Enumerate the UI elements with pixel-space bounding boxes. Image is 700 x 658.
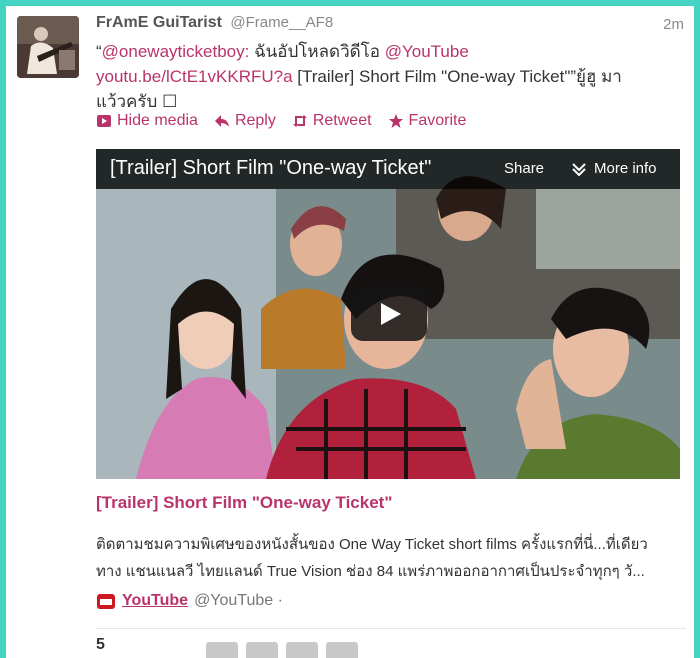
tweet-text-part: [Trailer] Short Film "One-way Ticket"”ยู… bbox=[292, 67, 622, 86]
video-player[interactable]: [Trailer] Short Film "One-way Ticket" Sh… bbox=[96, 149, 680, 479]
timestamp[interactable]: 2m bbox=[663, 16, 684, 33]
card-description: ติดตามชมความพิเศษของหนังสั้นของ One Way … bbox=[96, 536, 648, 580]
tweet-text-part: ฉันอัปโหลดวิดีโอ bbox=[249, 42, 385, 61]
author-name[interactable]: FrAmE GuiTarist bbox=[96, 14, 222, 31]
video-url-link[interactable]: youtu.be/lCtE1vKKRFU?a bbox=[96, 67, 293, 86]
favorite-label: Favorite bbox=[408, 112, 467, 129]
star-icon bbox=[388, 114, 403, 128]
tweet-actions: Hide media Reply Retweet Favorite bbox=[96, 112, 466, 130]
tweet-card: FrAmE GuiTarist @Frame__AF8 2m “@onewayt… bbox=[6, 6, 694, 658]
video-share-button[interactable]: Share bbox=[504, 160, 544, 177]
retweet-label: Retweet bbox=[312, 112, 372, 129]
video-title-bar: [Trailer] Short Film "One-way Ticket" Sh… bbox=[96, 149, 680, 189]
tweet-text: “@onewayticketboy: ฉันอัปโหลดวิดีโอ @You… bbox=[96, 39, 686, 114]
avatar[interactable] bbox=[17, 16, 79, 78]
play-icon bbox=[381, 303, 401, 325]
youtube-mention-link[interactable]: @YouTube bbox=[385, 42, 469, 61]
play-button[interactable] bbox=[351, 287, 427, 341]
retweet-icon bbox=[292, 115, 307, 127]
reply-label: Reply bbox=[234, 112, 276, 129]
favoriter-avatars bbox=[206, 642, 358, 658]
hide-media-label: Hide media bbox=[117, 112, 198, 129]
favorite-button[interactable]: Favorite bbox=[388, 112, 467, 130]
avatar[interactable] bbox=[326, 642, 358, 658]
avatar[interactable] bbox=[286, 642, 318, 658]
chevron-down-icon bbox=[572, 162, 586, 176]
youtube-icon bbox=[97, 594, 115, 609]
card-title[interactable]: [Trailer] Short Film "One-way Ticket" bbox=[96, 493, 392, 513]
retweet-count[interactable]: 5 bbox=[96, 636, 105, 654]
mention-link[interactable]: @onewayticketboy: bbox=[102, 42, 250, 61]
reply-icon bbox=[214, 115, 229, 127]
reply-button[interactable]: Reply bbox=[214, 112, 276, 130]
tweet-text-part: แว้วครับ ☐ bbox=[96, 92, 178, 111]
retweet-button[interactable]: Retweet bbox=[292, 112, 372, 130]
source-name-link[interactable]: YouTube bbox=[122, 592, 188, 610]
more-info-label: More info bbox=[594, 160, 657, 177]
card-source: YouTube @YouTube · bbox=[96, 591, 283, 611]
avatar[interactable] bbox=[246, 642, 278, 658]
tweet-header: FrAmE GuiTarist @Frame__AF8 bbox=[96, 14, 333, 32]
source-handle[interactable]: @YouTube · bbox=[194, 592, 283, 610]
video-more-info-button[interactable]: More info bbox=[572, 160, 657, 177]
avatar[interactable] bbox=[206, 642, 238, 658]
media-icon bbox=[97, 115, 111, 127]
divider bbox=[96, 628, 686, 629]
author-handle[interactable]: @Frame__AF8 bbox=[230, 14, 333, 31]
hide-media-button[interactable]: Hide media bbox=[96, 112, 198, 130]
video-title[interactable]: [Trailer] Short Film "One-way Ticket" bbox=[110, 157, 431, 180]
